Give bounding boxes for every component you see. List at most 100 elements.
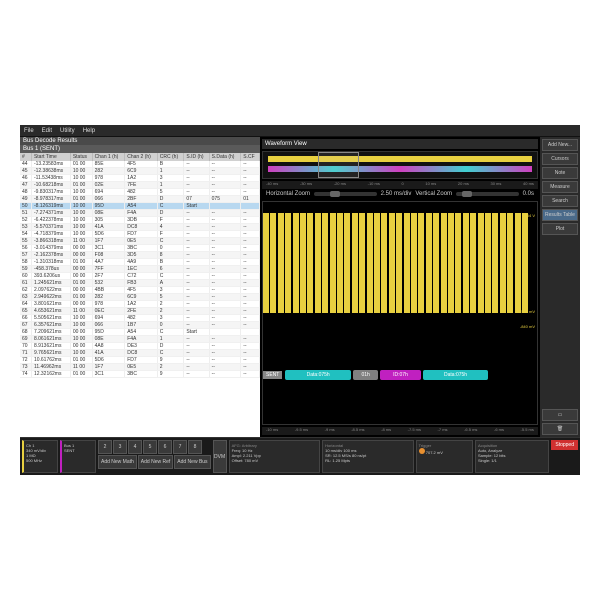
add-math-button[interactable]: Add New Math xyxy=(98,455,137,469)
table-row[interactable]: 622.097622ms00 004BB4F53------ xyxy=(20,287,260,294)
table-row[interactable]: 59-458.378us00 007FF1EC6------ xyxy=(20,266,260,273)
table-row[interactable]: 51-7.274371ms10 0008EF4AD------ xyxy=(20,210,260,217)
table-row[interactable]: 7412.32162ms01 003C13BC9------ xyxy=(20,371,260,378)
column-header[interactable]: S.ID (h) xyxy=(184,153,209,161)
table-row[interactable]: 687.209621ms00 0095DA54CStart xyxy=(20,329,260,336)
table-row[interactable]: 698.061621ms10 0008EF4A1------ xyxy=(20,336,260,343)
channel-buttons: 2345678 xyxy=(98,440,211,454)
column-header[interactable]: Start Time xyxy=(31,153,70,161)
cursors-button[interactable]: Cursors xyxy=(542,153,578,165)
column-header[interactable]: S.Data (h) xyxy=(209,153,241,161)
waveform-panel: Waveform View -40 ms-30 ms-20 ms-10 ms01… xyxy=(260,137,580,437)
table-row[interactable]: 57-2.162378ms00 00F083D58------ xyxy=(20,252,260,259)
overview-zoom-window[interactable] xyxy=(318,152,359,178)
bus-decode-row: SENT Data:075h01hID:07hData:075h xyxy=(263,366,537,384)
menubar: File Edit Utility Help xyxy=(20,125,580,137)
bus1-badge[interactable]: Bus 1 SENT xyxy=(60,440,96,473)
table-row[interactable]: 654.653621ms11 000EC2FE2------ xyxy=(20,308,260,315)
table-row[interactable]: 676.357621ms10 000661B70------ xyxy=(20,322,260,329)
menu-file[interactable]: File xyxy=(24,128,34,134)
column-header[interactable]: CRC (h) xyxy=(157,153,184,161)
waveform-overview[interactable] xyxy=(262,151,538,179)
table-row[interactable]: 48-9.830317ms10 006944825------ xyxy=(20,189,260,196)
waveform-graticule[interactable]: 2.54 V 560 mV -840 mV SENT Data:075h01hI… xyxy=(262,201,538,425)
vertical-zoom-slider[interactable] xyxy=(456,192,519,196)
decode-panel-title: Bus Decode Results xyxy=(20,137,260,145)
search-button[interactable]: Search xyxy=(542,195,578,207)
run-state-badge[interactable]: Stopped xyxy=(551,440,578,450)
menu-help[interactable]: Help xyxy=(83,128,95,134)
results-table-button[interactable]: Results Table xyxy=(542,209,578,221)
add-bus-button[interactable]: Add New Bus xyxy=(174,455,210,469)
menu-utility[interactable]: Utility xyxy=(60,128,75,134)
channel1-trace xyxy=(263,213,537,313)
horizontal-zoom-slider[interactable] xyxy=(314,192,377,196)
channel-button-5[interactable]: 5 xyxy=(143,440,157,454)
draw-box-button[interactable]: ▭ xyxy=(542,409,578,421)
column-header[interactable]: Chan 1 (h) xyxy=(92,153,125,161)
table-row[interactable]: 45-12.38638ms10 002826C91------ xyxy=(20,168,260,175)
table-row[interactable]: 643.801621ms00 009781A22------ xyxy=(20,301,260,308)
decode-segment-crc: 01h xyxy=(353,370,378,380)
table-row[interactable]: 52-6.422378ms10 003053DBF------ xyxy=(20,217,260,224)
bottom-status-bar: Ch 1 340 mV/div 1 MΩ 500 MHz Bus 1 SENT … xyxy=(20,437,580,475)
overview-bus xyxy=(268,166,531,172)
decode-table[interactable]: #Start TimeStatusChan 1 (h)Chan 2 (h)CRC… xyxy=(20,153,260,378)
decode-segment-data: Data:075h xyxy=(285,370,351,380)
table-row[interactable]: 53-5.570371ms10 0041ADC84------ xyxy=(20,224,260,231)
plot-button[interactable]: Plot xyxy=(542,223,578,235)
table-row[interactable]: 665.505621ms10 006944823------ xyxy=(20,315,260,322)
afg-info[interactable]: AFG: Arbitrary Freq: 10 Hz Ampl: 2.211 V… xyxy=(229,440,321,473)
table-row[interactable]: 58-1.310318ms01 004A74A9B------ xyxy=(20,259,260,266)
side-toolbar: Add New... Cursors Note Measure Search R… xyxy=(540,137,580,437)
add-new-button[interactable]: Add New... xyxy=(542,139,578,151)
hzoom-label: Horizontal Zoom xyxy=(266,191,310,197)
trigger-info[interactable]: Trigger 707.2 mV xyxy=(416,440,473,473)
horizontal-info[interactable]: Horizontal 10 ms/div 100 ms SR: 12.5 MS/… xyxy=(322,440,414,473)
column-header[interactable]: # xyxy=(20,153,31,161)
dvm-button[interactable]: DVM xyxy=(213,440,227,473)
table-row[interactable]: 719.765621ms10 0041ADC8C------ xyxy=(20,350,260,357)
vzoom-label: Vertical Zoom xyxy=(415,191,452,197)
zoom-timescale: -10 ms-9.5 ms-9 ms-8.5 ms-8 ms-7.5 ms-7 … xyxy=(262,427,538,435)
zoom-controls: Horizontal Zoom 2.50 ms/div Vertical Zoo… xyxy=(262,189,538,199)
table-row[interactable]: 632.949622ms01 002826C95------ xyxy=(20,294,260,301)
channel-button-7[interactable]: 7 xyxy=(173,440,187,454)
table-row[interactable]: 55-3.866318ms11 001F70E5C------ xyxy=(20,238,260,245)
add-ref-button[interactable]: Add New Ref xyxy=(138,455,173,469)
channel-button-3[interactable]: 3 xyxy=(113,440,127,454)
table-row[interactable]: 47-10.68218ms01 0002E7FE1------ xyxy=(20,182,260,189)
table-row[interactable]: 49-8.978317ms01 000662BFD0707501 xyxy=(20,196,260,203)
table-row[interactable]: 46-11.53438ms10 009781A23------ xyxy=(20,175,260,182)
overview-timescale: -40 ms-30 ms-20 ms-10 ms010 ms20 ms30 ms… xyxy=(262,181,538,189)
bus-decode-label: SENT xyxy=(263,371,282,379)
channel-button-4[interactable]: 4 xyxy=(128,440,142,454)
trash-button[interactable]: 🗑 xyxy=(542,423,578,435)
decode-table-container: #Start TimeStatusChan 1 (h)Chan 2 (h)CRC… xyxy=(20,153,260,437)
column-header[interactable]: Chan 2 (h) xyxy=(125,153,158,161)
trigger-indicator-icon xyxy=(419,448,425,454)
channel1-badge[interactable]: Ch 1 340 mV/div 1 MΩ 500 MHz xyxy=(22,440,58,473)
decode-segment-data: Data:075h xyxy=(423,370,489,380)
table-row[interactable]: 7210.61762ms01 005D6FD79------ xyxy=(20,357,260,364)
decode-results-panel: Bus Decode Results Bus 1 (SENT) #Start T… xyxy=(20,137,260,437)
column-header[interactable]: Status xyxy=(70,153,92,161)
menu-edit[interactable]: Edit xyxy=(42,128,52,134)
table-row[interactable]: 611.245621ms01 00532FB3A------ xyxy=(20,280,260,287)
acquisition-info[interactable]: Acquisition Auto, Analyze Sample: 12 bit… xyxy=(475,440,549,473)
table-row[interactable]: 60393.6206us00 002F7C72C------ xyxy=(20,273,260,280)
decode-bus-subtitle: Bus 1 (SENT) xyxy=(20,145,260,153)
table-row[interactable]: 56-3.014379ms00 003C13BC0------ xyxy=(20,245,260,252)
main-area: Bus Decode Results Bus 1 (SENT) #Start T… xyxy=(20,137,580,437)
note-button[interactable]: Note xyxy=(542,167,578,179)
column-header[interactable]: S.CF xyxy=(241,153,260,161)
measure-button[interactable]: Measure xyxy=(542,181,578,193)
channel-button-8[interactable]: 8 xyxy=(188,440,202,454)
decode-segment-id: ID:07h xyxy=(380,370,420,380)
channel-button-2[interactable]: 2 xyxy=(98,440,112,454)
table-row[interactable]: 708.913621ms00 004A8DE3D------ xyxy=(20,343,260,350)
table-row[interactable]: 50-8.126319ms10 0095DA54CStart xyxy=(20,203,260,210)
table-row[interactable]: 7311.46962ms11 001F70E52------ xyxy=(20,364,260,371)
channel-button-6[interactable]: 6 xyxy=(158,440,172,454)
table-row[interactable]: 54-4.718379ms10 005D6FD7F------ xyxy=(20,231,260,238)
